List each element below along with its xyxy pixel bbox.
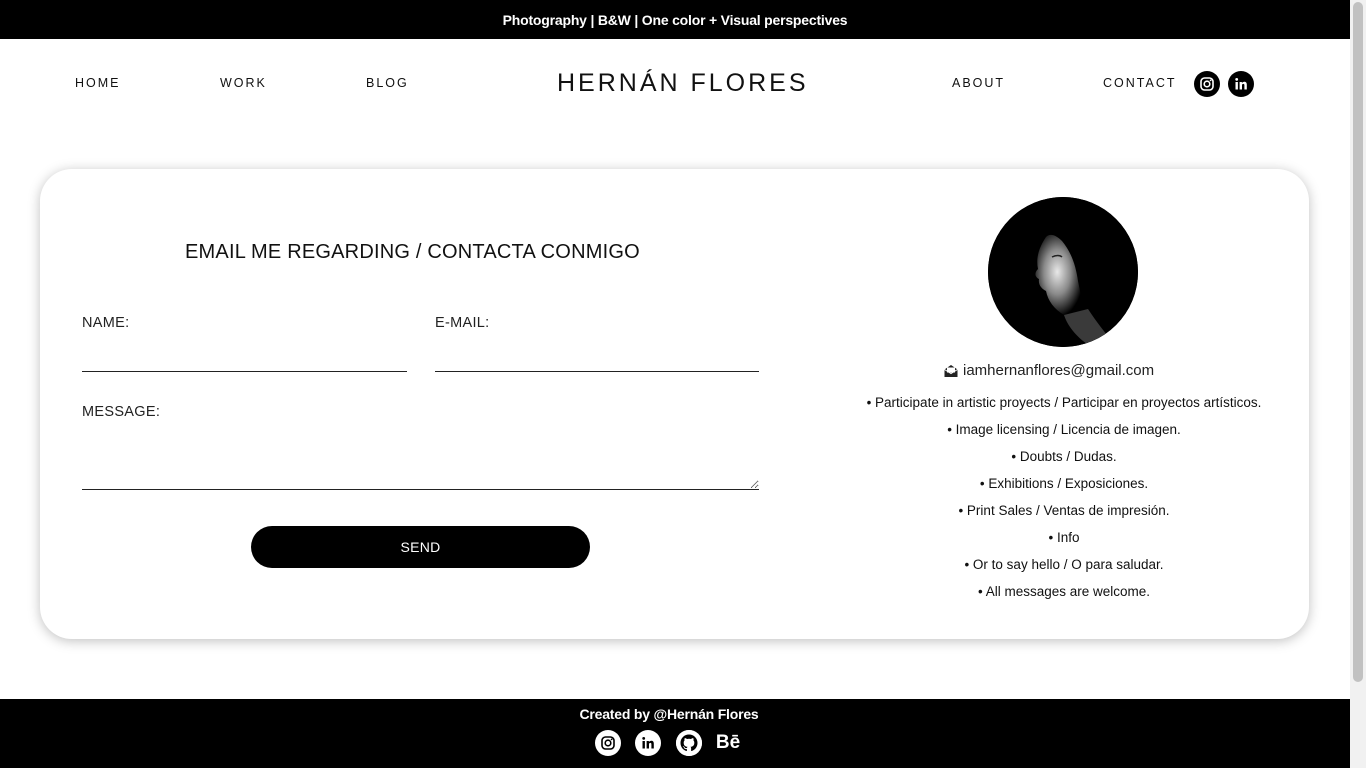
contact-email[interactable]: iamhernanflores@gmail.com <box>943 362 1154 379</box>
footer-credit: Created by @Hernán Flores <box>579 706 759 722</box>
list-item: • Info <box>1048 530 1080 545</box>
nav-blog[interactable]: BLOG <box>366 76 409 90</box>
nav-about[interactable]: ABOUT <box>952 76 1005 90</box>
list-item: • All messages are welcome. <box>977 584 1151 599</box>
contact-topics-list: • Participate in artistic proyects / Par… <box>840 394 1288 610</box>
list-item: • Print Sales / Ventas de impresión. <box>958 503 1170 518</box>
profile-photo <box>988 197 1138 347</box>
envelope-open-icon <box>943 363 959 379</box>
nav-home[interactable]: HOME <box>75 76 121 90</box>
name-label: NAME: <box>82 315 130 331</box>
instagram-icon[interactable] <box>1194 71 1220 97</box>
page-scrollbar[interactable] <box>1350 0 1366 768</box>
list-item: • Exhibitions / Exposiciones. <box>979 476 1149 491</box>
list-item: • Participate in artistic proyects / Par… <box>866 395 1262 410</box>
list-item: • Image licensing / Licencia de imagen. <box>947 422 1181 437</box>
scrollbar-thumb[interactable] <box>1353 2 1363 682</box>
list-item: • Or to say hello / O para saludar. <box>964 557 1164 572</box>
list-item: • Doubts / Dudas. <box>1011 449 1117 464</box>
message-label: MESSAGE: <box>82 404 161 420</box>
email-label: E-MAIL: <box>435 315 490 331</box>
brand-title[interactable]: HERNÁN FLORES <box>557 69 809 98</box>
footer: Created by @Hernán Flores Bē <box>0 699 1350 768</box>
tagline: Photography | B&W | One color + Visual p… <box>502 11 848 28</box>
email-address: iamhernanflores@gmail.com <box>963 362 1155 379</box>
linkedin-icon[interactable] <box>635 730 661 756</box>
send-button[interactable]: SEND <box>251 526 590 568</box>
nav-contact[interactable]: CONTACT <box>1103 76 1177 90</box>
linkedin-icon[interactable] <box>1228 71 1254 97</box>
top-tagline-bar: Photography | B&W | One color + Visual p… <box>0 0 1350 39</box>
instagram-icon[interactable] <box>595 730 621 756</box>
nav-work[interactable]: WORK <box>220 76 267 90</box>
github-icon[interactable] <box>676 730 702 756</box>
form-title: EMAIL ME REGARDING / CONTACTA CONMIGO <box>185 241 640 263</box>
email-input[interactable] <box>435 342 759 372</box>
name-input[interactable] <box>82 342 407 372</box>
behance-icon-text: Bē <box>715 732 741 753</box>
behance-icon[interactable]: Bē <box>715 730 741 756</box>
message-textarea[interactable] <box>82 430 759 490</box>
main-nav: HOME WORK BLOG HERNÁN FLORES ABOUT CONTA… <box>0 39 1350 129</box>
